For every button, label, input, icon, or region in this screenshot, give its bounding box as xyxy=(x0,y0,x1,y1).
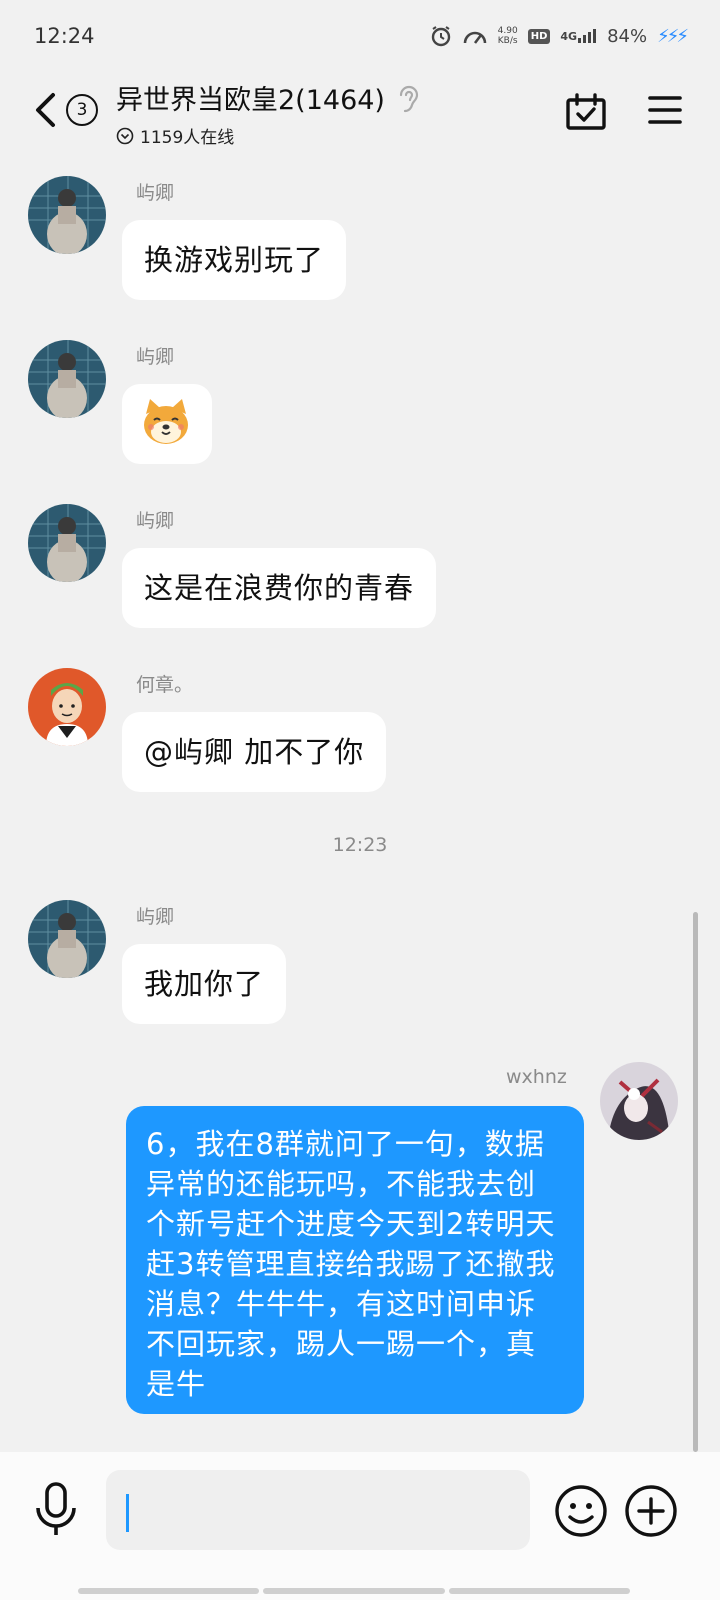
avatar[interactable] xyxy=(28,504,106,582)
text-caret xyxy=(126,1494,129,1532)
sender-name: 屿卿 xyxy=(136,906,175,928)
speed-gauge-icon xyxy=(462,25,488,47)
chevron-left-icon xyxy=(36,93,55,127)
net-speed: 4.90 KB/s xyxy=(497,26,518,46)
avatar[interactable] xyxy=(28,340,106,418)
microphone-icon xyxy=(36,1482,76,1535)
chevron-down-circle-icon xyxy=(116,127,134,144)
cartoon-man-avatar xyxy=(28,668,106,746)
battery-percent: 84% xyxy=(607,25,648,47)
sticker-bubble[interactable] xyxy=(122,384,212,464)
calendar-check-button[interactable] xyxy=(566,92,606,132)
add-button[interactable] xyxy=(624,1484,678,1538)
status-icons: 4.90 KB/s HD 4G 84% ⚡⚡⚡ xyxy=(430,25,689,47)
avatar[interactable] xyxy=(28,900,106,978)
message-bubble[interactable]: 这是在浪费你的青春 xyxy=(122,548,437,628)
online-status: 1159人在线 xyxy=(116,123,421,148)
smiley-icon xyxy=(555,1485,607,1537)
charging-icon: ⚡⚡⚡ xyxy=(657,25,689,47)
anime-character-avatar xyxy=(600,1062,678,1140)
menu-button[interactable] xyxy=(648,94,682,126)
sender-name: 屿卿 xyxy=(136,510,175,532)
keyboard-hint-bar xyxy=(78,1588,630,1594)
signal-icon: 4G xyxy=(560,28,597,44)
chat-header: 3 异世界当欧皇2(1464) 1159人在线 xyxy=(0,72,720,164)
sender-name: 屿卿 xyxy=(136,182,175,204)
input-bar xyxy=(0,1452,720,1600)
back-button[interactable] xyxy=(28,90,64,130)
sender-name: 何章。 xyxy=(136,674,194,696)
person-photo-avatar xyxy=(28,900,106,978)
message-bubble[interactable]: 换游戏别玩了 xyxy=(122,220,347,300)
hd-icon: HD xyxy=(527,28,551,44)
title-block[interactable]: 异世界当欧皇2(1464) 1159人在线 xyxy=(116,78,421,148)
ear-icon xyxy=(399,85,419,112)
group-title: 异世界当欧皇2(1464) xyxy=(116,78,421,117)
status-bar: 12:24 4.90 KB/s HD 4G 84% ⚡⚡⚡ xyxy=(0,0,720,72)
person-photo-avatar xyxy=(28,176,106,254)
plus-circle-icon xyxy=(625,1485,677,1537)
avatar[interactable] xyxy=(28,176,106,254)
alarm-icon xyxy=(430,25,452,47)
unread-count-badge[interactable]: 3 xyxy=(66,94,98,126)
avatar[interactable] xyxy=(600,1062,678,1140)
hamburger-icon xyxy=(648,96,682,124)
scrollbar[interactable] xyxy=(693,912,698,1452)
calendar-check-icon xyxy=(566,93,606,130)
person-photo-avatar xyxy=(28,340,106,418)
shiba-dog-sticker-icon xyxy=(144,399,188,444)
voice-button[interactable] xyxy=(34,1482,78,1538)
avatar[interactable] xyxy=(28,668,106,746)
message-bubble-self[interactable]: 6，我在8群就问了一句，数据异常的还能玩吗，不能我去创个新号赶个进度今天到2转明… xyxy=(126,1106,584,1414)
status-time: 12:24 xyxy=(34,24,95,48)
message-input[interactable] xyxy=(106,1470,530,1550)
sender-name: 屿卿 xyxy=(136,346,175,368)
emoji-button[interactable] xyxy=(554,1484,608,1538)
person-photo-avatar xyxy=(28,504,106,582)
sender-name: wxhnz xyxy=(506,1066,567,1088)
message-bubble[interactable]: 我加你了 xyxy=(122,944,287,1024)
time-separator: 12:23 xyxy=(332,834,388,856)
message-bubble[interactable]: @屿卿 加不了你 xyxy=(122,712,387,792)
